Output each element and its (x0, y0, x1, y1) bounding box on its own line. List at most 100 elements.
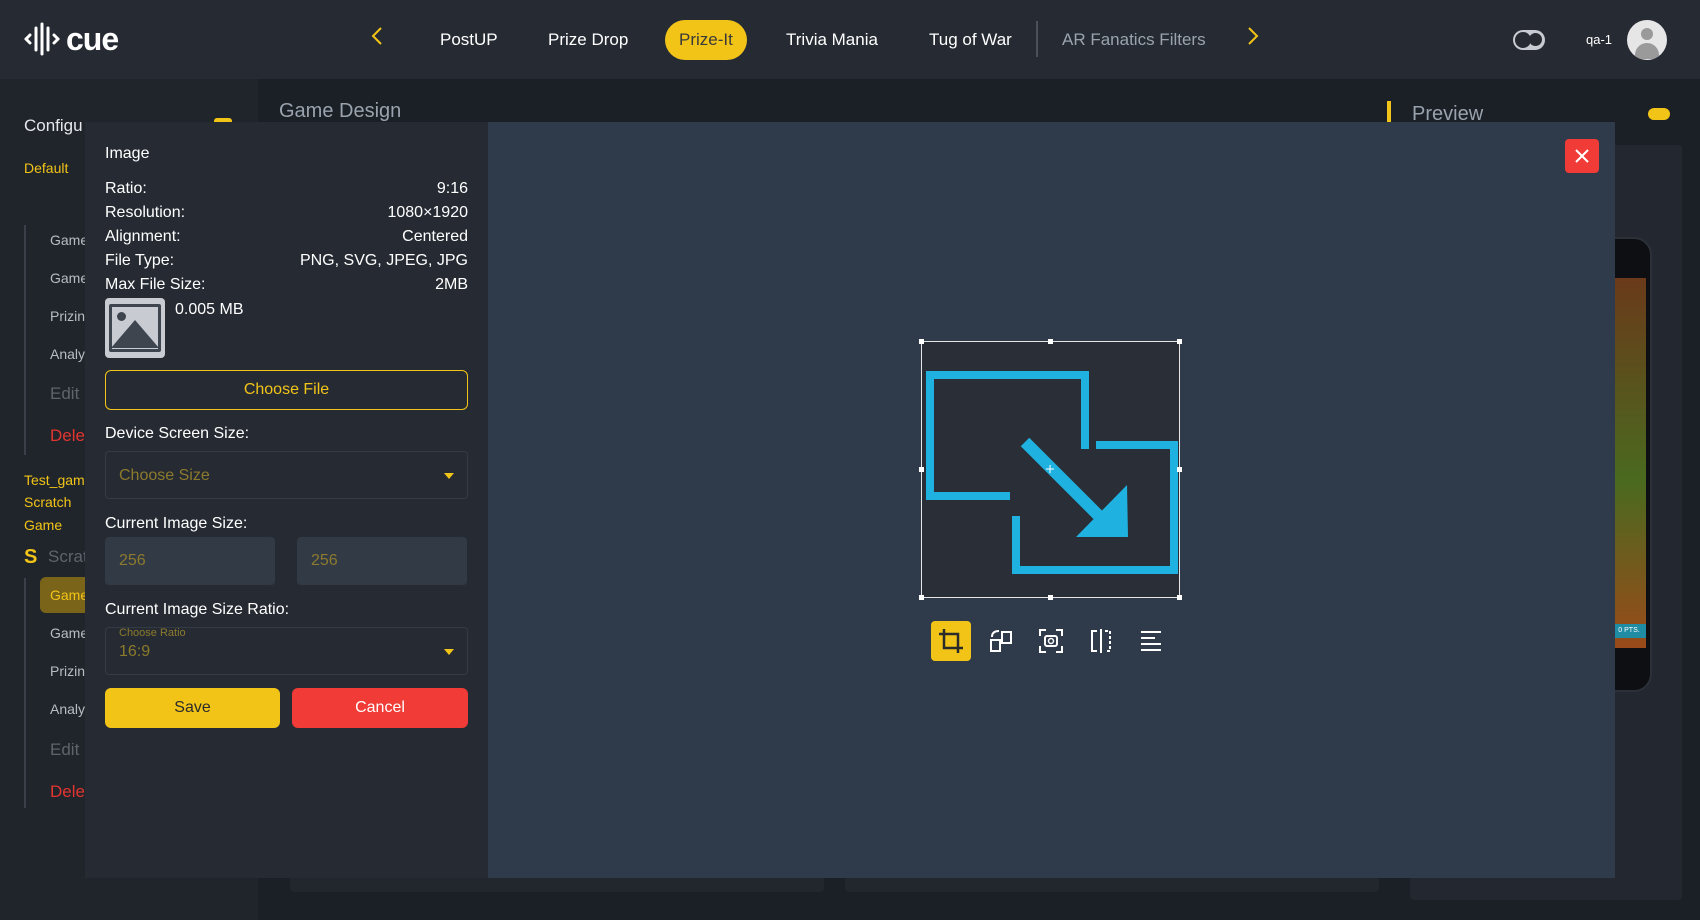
info-row-max-file-size: Max File Size: 2MB (105, 276, 468, 294)
crop-handle[interactable] (1048, 595, 1053, 600)
sidebar-tree-line-2 (24, 578, 26, 808)
flip-tool-button[interactable] (1081, 621, 1121, 661)
sidebar-item-delete[interactable]: Dele (50, 426, 85, 446)
info-value: 1080×1920 (387, 204, 468, 221)
caret-down-icon (444, 473, 454, 479)
crop-handle[interactable] (1177, 467, 1182, 472)
tab-ar-fanatics-filters[interactable]: AR Fanatics Filters (1048, 20, 1220, 60)
crop-handle[interactable] (1048, 339, 1053, 344)
theme-toggle[interactable] (1513, 30, 1545, 50)
logo-text: cue (66, 21, 119, 57)
info-key: Alignment: (105, 228, 181, 245)
info-value: Centered (402, 228, 468, 245)
caret-down-icon (444, 649, 454, 655)
avatar[interactable] (1627, 20, 1667, 60)
crop-icon (939, 629, 963, 653)
choose-file-button[interactable]: Choose File (105, 370, 468, 410)
ratio-value: 16:9 (119, 643, 151, 660)
screenshot-icon (1039, 629, 1063, 653)
current-size-label: Current Image Size: (105, 515, 248, 532)
cancel-button[interactable]: Cancel (292, 688, 468, 728)
info-row-alignment: Alignment: Centered (105, 228, 468, 246)
user-icon-body (1635, 43, 1659, 59)
thumbnail-mountain (111, 320, 159, 348)
info-key: Resolution: (105, 204, 186, 221)
crop-handle[interactable] (919, 595, 924, 600)
chevron-right-icon (1248, 27, 1259, 45)
tab-tug-of-war[interactable]: Tug of War (915, 20, 1026, 60)
info-row-resolution: Resolution: 1080×1920 (105, 204, 468, 222)
sidebar-default[interactable]: Default (24, 160, 68, 176)
sidebar-item-analytics-2[interactable]: Analy (50, 701, 85, 717)
sidebar-tree-line (24, 225, 26, 455)
top-bar: cue PostUP Prize Drop Prize-It Trivia Ma… (0, 0, 1700, 79)
sidebar-title: Configu (24, 116, 83, 135)
nav-next-button[interactable] (1241, 24, 1265, 54)
phone-points-tag: 0 PTS. (1612, 624, 1646, 638)
nav-divider (1036, 21, 1038, 57)
sidebar-item-analytics[interactable]: Analy (50, 346, 85, 362)
ratio-float-label: Choose Ratio (119, 627, 186, 639)
image-heading: Image (105, 145, 150, 162)
tab-prize-it[interactable]: Prize-It (665, 20, 747, 60)
info-row-file-type: File Type: PNG, SVG, JPEG, JPG (105, 252, 468, 270)
info-key: Max File Size: (105, 276, 206, 293)
info-value: PNG, SVG, JPEG, JPG (299, 252, 468, 269)
device-size-label: Device Screen Size: (105, 425, 250, 442)
file-size-value: 0.005 MB (175, 301, 244, 318)
rotate-tool-button[interactable] (981, 621, 1021, 661)
tab-trivia-mania[interactable]: Trivia Mania (772, 20, 892, 60)
height-input[interactable]: 256 (297, 537, 467, 585)
sidebar-item-edit-2[interactable]: Edit (50, 740, 79, 760)
user-name: qa-1 (1586, 32, 1613, 47)
preview-accent-bar (1387, 101, 1391, 123)
info-value: 9:16 (436, 180, 468, 197)
tab-prize-drop[interactable]: Prize Drop (534, 20, 642, 60)
info-key: Ratio: (105, 180, 147, 197)
soundwave-icon (24, 22, 60, 56)
flip-icon (1091, 629, 1111, 653)
close-button[interactable] (1565, 139, 1599, 173)
device-size-select[interactable]: Choose Size (105, 451, 468, 499)
sidebar-item-game-4[interactable]: Game (50, 625, 88, 641)
sidebar-item-prizing[interactable]: Prizin (50, 308, 85, 324)
logo[interactable]: cue (24, 20, 119, 58)
sidebar-item-game-1[interactable]: Game (50, 232, 88, 248)
device-size-placeholder: Choose Size (119, 467, 210, 484)
moon-icon (1529, 33, 1542, 46)
ratio-select[interactable]: Choose Ratio 16:9 (105, 627, 468, 675)
resize-image-icon (926, 371, 1178, 574)
sidebar-item-game-2[interactable]: Game (50, 270, 88, 286)
sidebar-item-game-3[interactable]: Game (50, 587, 88, 603)
sidebar-group-name-1[interactable]: Test_gam (24, 469, 85, 491)
info-row-ratio: Ratio: 9:16 (105, 180, 468, 198)
user-icon-head (1641, 28, 1653, 40)
crop-handle[interactable] (919, 339, 924, 344)
info-value: 2MB (435, 276, 468, 293)
screenshot-tool-button[interactable] (1031, 621, 1071, 661)
sidebar-scratch-label: Scrat (48, 547, 88, 566)
sidebar-group-name-2[interactable]: Scratch (24, 491, 71, 513)
phone-screen (1612, 278, 1646, 648)
tab-postup[interactable]: PostUP (426, 20, 512, 60)
width-input[interactable]: 256 (105, 537, 275, 585)
sidebar-item-edit[interactable]: Edit (50, 384, 79, 404)
sidebar-item-prizing-2[interactable]: Prizin (50, 663, 85, 679)
align-tool-button[interactable] (1131, 621, 1171, 661)
crop-handle[interactable] (1177, 595, 1182, 600)
image-thumbnail-icon (105, 298, 165, 358)
chevron-left-icon (371, 27, 382, 45)
align-icon (1141, 631, 1161, 651)
nav-prev-button[interactable] (365, 24, 389, 54)
ratio-label: Current Image Size Ratio: (105, 601, 290, 618)
scratch-logo-icon: S (24, 546, 38, 568)
crop-tool-button[interactable] (931, 621, 971, 661)
close-icon (1575, 149, 1589, 163)
crop-handle[interactable] (919, 467, 924, 472)
preview-toggle[interactable] (1648, 108, 1670, 120)
sidebar-group-name-3[interactable]: Game (24, 514, 62, 536)
crop-handle[interactable] (1177, 339, 1182, 344)
page-title: Game Design (279, 100, 402, 122)
save-button[interactable]: Save (105, 688, 280, 728)
sidebar-item-delete-2[interactable]: Dele (50, 782, 85, 802)
